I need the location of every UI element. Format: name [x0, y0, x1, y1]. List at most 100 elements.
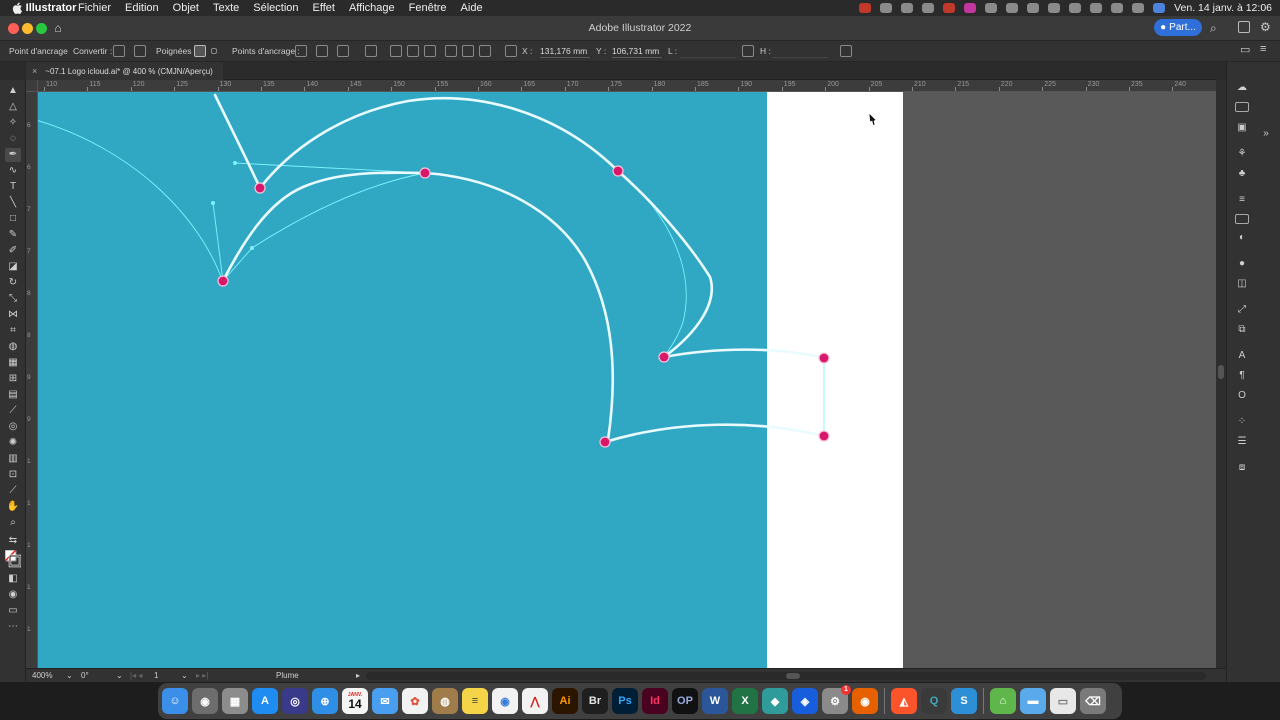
- record-status-icon[interactable]: [859, 3, 872, 13]
- fill-stroke-swatch-icon[interactable]: [5, 550, 21, 568]
- magic-wand-tool-icon[interactable]: ✧: [5, 116, 21, 130]
- convert-corner-icon[interactable]: [113, 45, 125, 57]
- drive-status-icon[interactable]: [922, 3, 935, 13]
- zoom-tool-icon[interactable]: ⌕: [5, 516, 21, 530]
- rectangle-tool-icon[interactable]: □: [5, 212, 21, 226]
- launchpad-icon[interactable]: ▦: [222, 688, 248, 714]
- gradient-tool-icon[interactable]: ▤: [5, 388, 21, 402]
- align-vcenter-icon[interactable]: [462, 45, 474, 57]
- arrange-documents-icon[interactable]: ▭: [1240, 43, 1250, 56]
- distribute-icon[interactable]: [505, 45, 517, 57]
- symbol-sprayer-tool-icon[interactable]: ✺: [5, 436, 21, 450]
- menu-aide[interactable]: Aide: [461, 2, 483, 14]
- photoshop-icon[interactable]: Ps: [612, 688, 638, 714]
- menu-texte[interactable]: Texte: [213, 2, 239, 14]
- horizontal-scrollbar[interactable]: [366, 672, 1206, 680]
- folder-icon[interactable]: ▬: [1020, 688, 1046, 714]
- battery-icon[interactable]: [1090, 3, 1103, 13]
- handle-endpoint[interactable]: [250, 246, 254, 250]
- chromium-icon[interactable]: ◆: [762, 688, 788, 714]
- handle-endpoint[interactable]: [211, 201, 215, 205]
- vertical-scrollbar[interactable]: [1216, 80, 1226, 668]
- swap-fill-stroke-icon[interactable]: ⇆: [5, 534, 21, 548]
- toggle-status-icon[interactable]: [1027, 3, 1040, 13]
- safari-icon[interactable]: ⊕: [312, 688, 338, 714]
- rotation-dropdown-icon[interactable]: ⌄: [116, 671, 123, 680]
- first-artboard-icon[interactable]: |◂ ◂: [130, 671, 142, 680]
- cloud-logo-paths[interactable]: [38, 92, 1216, 668]
- artboard-tool-icon[interactable]: ⊡: [5, 468, 21, 482]
- search-icon[interactable]: [1132, 3, 1145, 13]
- anchor-point[interactable]: [818, 430, 830, 442]
- anchor-point[interactable]: [419, 167, 431, 179]
- anchor-point[interactable]: [658, 351, 670, 363]
- align-top-icon[interactable]: [445, 45, 457, 57]
- line-tool-icon[interactable]: ╲: [5, 196, 21, 210]
- stroke-panel-icon[interactable]: ≡: [1235, 194, 1249, 206]
- menubar-clock[interactable]: Ven. 14 janv. à 12:06: [1174, 2, 1272, 14]
- appearance-panel-icon[interactable]: ●: [1235, 258, 1249, 270]
- bridge-icon[interactable]: Br: [582, 688, 608, 714]
- layers-panel-icon[interactable]: ☰: [1235, 436, 1249, 448]
- menu-fichier[interactable]: Fichier: [78, 2, 111, 14]
- brushes-panel-icon[interactable]: ⚘: [1235, 148, 1249, 160]
- anchor-point[interactable]: [818, 352, 830, 364]
- screenshot-icon[interactable]: ◉: [192, 688, 218, 714]
- comments-panel-icon[interactable]: ▣: [1235, 122, 1249, 134]
- close-tab-icon[interactable]: ×: [32, 66, 37, 76]
- artboard-number[interactable]: 1: [154, 671, 158, 680]
- shaper-tool-icon[interactable]: ✐: [5, 244, 21, 258]
- align-hcenter-icon[interactable]: [407, 45, 419, 57]
- w-field[interactable]: [680, 45, 736, 58]
- h-field[interactable]: [772, 45, 828, 58]
- blend-tool-icon[interactable]: ◎: [5, 420, 21, 434]
- siri-icon[interactable]: ◎: [282, 688, 308, 714]
- hand-tool-icon[interactable]: ✋: [5, 500, 21, 514]
- pen-tool-icon[interactable]: ✒: [5, 148, 21, 162]
- mesh-tool-icon[interactable]: ⊞: [5, 372, 21, 386]
- transform-panel-icon[interactable]: ⤢: [1235, 304, 1249, 316]
- drawing-mode-icon[interactable]: ◉: [5, 588, 21, 602]
- artboard-dropdown-icon[interactable]: ⌄: [181, 671, 188, 680]
- contacts-icon[interactable]: ◍: [432, 688, 458, 714]
- align-left-icon[interactable]: [390, 45, 402, 57]
- y-field[interactable]: 106,731 mm: [612, 45, 662, 58]
- search-icon[interactable]: ⌕: [1210, 21, 1217, 36]
- vertical-scroll-thumb[interactable]: [1218, 365, 1224, 379]
- canvas[interactable]: [38, 92, 1216, 668]
- transparency-panel-icon[interactable]: ◐: [1235, 232, 1249, 244]
- convert-smooth-icon[interactable]: [134, 45, 146, 57]
- dxo-photolab-icon[interactable]: OP: [672, 688, 698, 714]
- hide-handles-icon[interactable]: [211, 48, 217, 54]
- time-machine-status-icon[interactable]: [1006, 3, 1019, 13]
- chrome-icon[interactable]: ◉: [492, 688, 518, 714]
- rotation-value[interactable]: 0°: [81, 671, 89, 680]
- eyedropper-tool-icon[interactable]: ⟋: [5, 404, 21, 418]
- menu-effet[interactable]: Effet: [313, 2, 335, 14]
- zoom-level[interactable]: 400%: [32, 671, 52, 680]
- gear-icon[interactable]: ⚙: [1260, 20, 1271, 34]
- menu-edition[interactable]: Edition: [125, 2, 159, 14]
- selection-tool-icon[interactable]: ▲: [5, 84, 21, 98]
- rotate-tool-icon[interactable]: ↻: [5, 276, 21, 290]
- link-proportions-icon[interactable]: [742, 45, 754, 57]
- word-icon[interactable]: W: [702, 688, 728, 714]
- symbols-panel-icon[interactable]: ♣: [1235, 168, 1249, 180]
- control-bar-menu-icon[interactable]: ≡: [1260, 43, 1266, 55]
- wifi-icon[interactable]: [1111, 3, 1124, 13]
- trash-icon[interactable]: ⌫: [1080, 688, 1106, 714]
- anchor-point[interactable]: [612, 165, 624, 177]
- free-transform-tool-icon[interactable]: ⌗: [5, 324, 21, 338]
- curvature-tool-icon[interactable]: ∿: [5, 164, 21, 178]
- calendar-icon[interactable]: JANV. 14: [342, 688, 368, 714]
- libraries-panel-icon[interactable]: ☁: [1235, 82, 1249, 94]
- links-panel-icon[interactable]: ⁘: [1235, 416, 1249, 428]
- properties-panel-icon[interactable]: [1235, 102, 1249, 112]
- control-center-icon[interactable]: [1153, 3, 1166, 13]
- excel-icon[interactable]: X: [732, 688, 758, 714]
- direct-selection-tool-icon[interactable]: △: [5, 100, 21, 114]
- menu-affichage[interactable]: Affichage: [349, 2, 395, 14]
- collapse-dock-icon[interactable]: »: [1259, 128, 1273, 140]
- menu-objet[interactable]: Objet: [173, 2, 199, 14]
- align-right-icon[interactable]: [424, 45, 436, 57]
